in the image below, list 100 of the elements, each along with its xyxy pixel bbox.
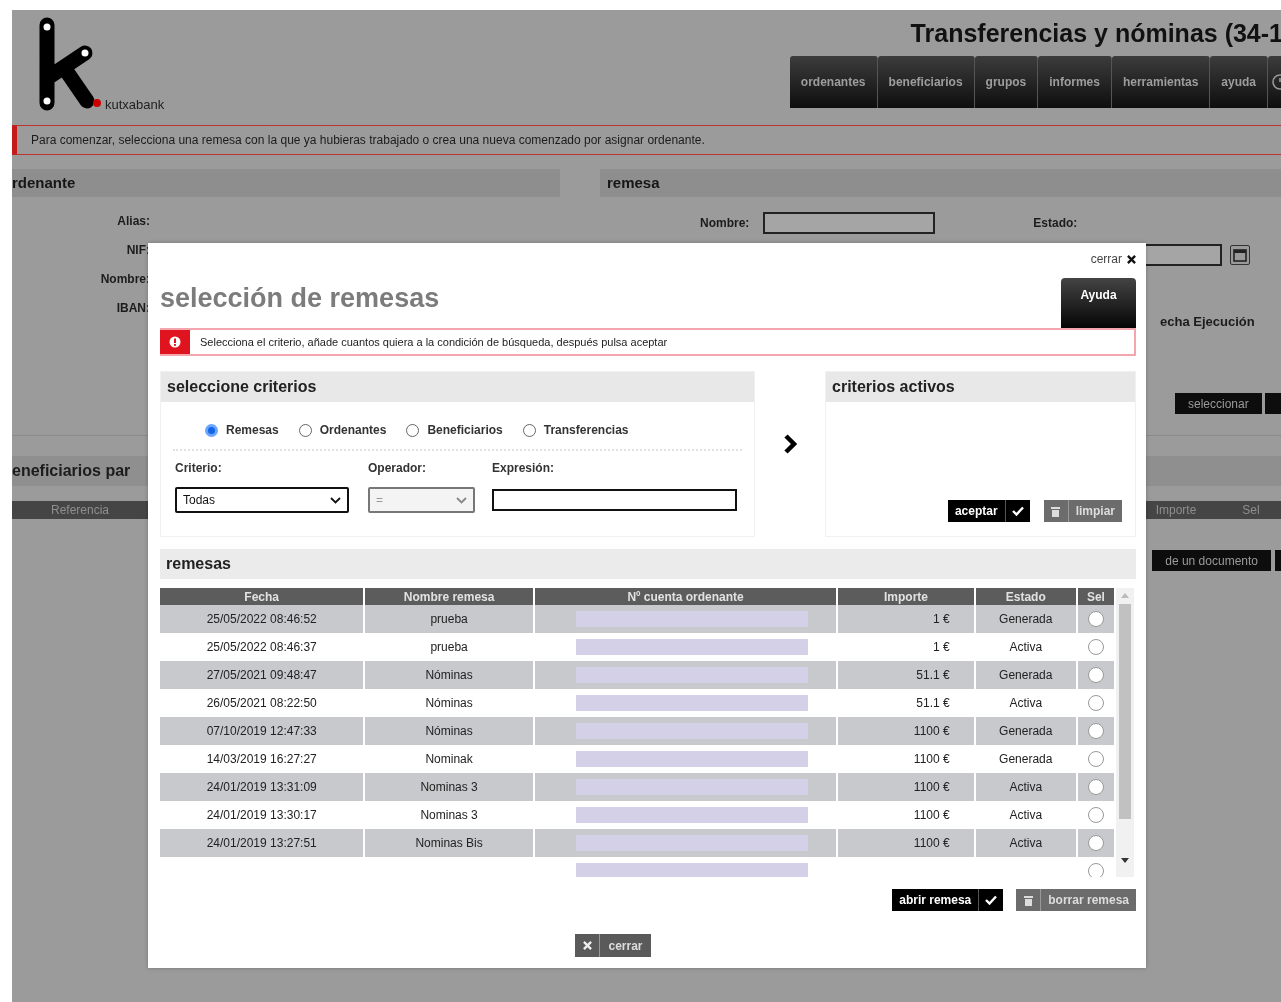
document-button[interactable]: de un documento bbox=[1152, 550, 1271, 571]
table-cell: 1 € bbox=[933, 640, 950, 654]
clear-button[interactable]: limpiar bbox=[1043, 500, 1122, 522]
radio-button[interactable] bbox=[1087, 779, 1104, 795]
nav-tab[interactable]: ayuda bbox=[1210, 56, 1268, 108]
field-label: Expresión: bbox=[492, 461, 555, 477]
chevron-icon bbox=[330, 496, 341, 504]
radio-button[interactable] bbox=[1087, 863, 1104, 877]
help-button[interactable]: Ayuda bbox=[1061, 278, 1136, 328]
field-label: NIF: bbox=[126, 242, 150, 259]
nav-tab[interactable] bbox=[1268, 56, 1281, 108]
table-cell: 1100 € bbox=[913, 808, 950, 822]
panel-header: seleccione criterios bbox=[161, 372, 754, 402]
close-button[interactable]: cerrar bbox=[575, 934, 651, 957]
check-icon bbox=[985, 895, 998, 905]
accept-button[interactable]: aceptar bbox=[947, 500, 1030, 522]
nav-tab[interactable]: grupos bbox=[974, 56, 1039, 108]
check-icon bbox=[1011, 506, 1024, 516]
column-header: Sel bbox=[1241, 502, 1261, 519]
column-header: Referencia bbox=[50, 502, 110, 519]
table-cell: 1100 € bbox=[913, 836, 950, 850]
close-icon bbox=[1127, 254, 1136, 264]
select-button[interactable]: seleccionar bbox=[1175, 393, 1262, 414]
column-header: Fecha bbox=[160, 588, 364, 605]
table-cell: 1100 € bbox=[913, 752, 950, 766]
table-cell: Generada bbox=[999, 612, 1053, 626]
table-cell: 1100 € bbox=[913, 724, 950, 738]
table-cell: 24/01/2019 13:27:51 bbox=[206, 836, 317, 850]
field-label: Nombre: bbox=[700, 216, 750, 230]
radio-button[interactable] bbox=[1087, 835, 1104, 851]
column-header: Sel bbox=[1077, 588, 1114, 605]
chevron-right-icon bbox=[783, 433, 797, 455]
panel-header: rdenante bbox=[12, 169, 560, 197]
table-cell: Nominas 3 bbox=[420, 808, 478, 822]
radio-option[interactable]: Remesas bbox=[205, 421, 279, 439]
radio-button[interactable] bbox=[1087, 751, 1104, 767]
field-label: Criterio: bbox=[175, 461, 223, 477]
table-cell: Generada bbox=[999, 752, 1053, 766]
dropdown[interactable]: Todas bbox=[175, 487, 349, 513]
table-cell: 24/01/2019 13:30:17 bbox=[206, 808, 317, 822]
scrollbar[interactable] bbox=[1116, 588, 1134, 877]
clock-icon bbox=[1271, 74, 1281, 90]
input-field[interactable] bbox=[492, 489, 737, 511]
table-cell: Nóminas bbox=[425, 724, 473, 738]
calendar-icon bbox=[1233, 248, 1247, 262]
radio-button[interactable] bbox=[1087, 611, 1104, 627]
alert-icon bbox=[169, 336, 181, 348]
table-cell: Activa bbox=[1009, 696, 1043, 710]
close-link[interactable]: cerrar bbox=[1090, 252, 1136, 266]
chevron-icon bbox=[456, 496, 467, 504]
radio-option[interactable]: Transferencias bbox=[522, 421, 629, 439]
table-cell: Nominas 3 bbox=[420, 780, 478, 794]
scrollbar-thumb[interactable] bbox=[1119, 604, 1131, 819]
alert-text: Selecciona el criterio, añade cuantos quiera a la condición de búsqueda, después pulsa aceptar bbox=[200, 336, 668, 348]
table-cell: 26/05/2021 08:22:50 bbox=[206, 696, 317, 710]
table-cell: Generada bbox=[999, 724, 1053, 738]
column-header: Estado bbox=[975, 588, 1076, 605]
nav-tab[interactable]: informes bbox=[1038, 56, 1112, 108]
radio-button[interactable] bbox=[1087, 723, 1104, 739]
table-cell: 51.1 € bbox=[916, 696, 950, 710]
notice-bar: Para comenzar, selecciona una remesa con la que ya hubieras trabajado o crea una nueva comenzado por asignar ordenante. bbox=[12, 125, 1281, 155]
calendar-button[interactable] bbox=[1230, 245, 1250, 265]
nombre-field[interactable] bbox=[763, 212, 936, 234]
table-cell: 1100 € bbox=[913, 780, 950, 794]
nav-tab[interactable]: beneficiarios bbox=[877, 56, 975, 108]
delete-button[interactable]: borrar remesa bbox=[1016, 889, 1136, 911]
field-label: Nombre: bbox=[100, 271, 150, 288]
radio-option[interactable]: Beneficiarios bbox=[406, 421, 503, 439]
radio-button[interactable] bbox=[1087, 667, 1104, 683]
radio-button[interactable] bbox=[1087, 639, 1104, 655]
field-label: Alias: bbox=[117, 213, 150, 230]
brand-name: kutxabank bbox=[105, 97, 165, 112]
table-cell: 1 € bbox=[933, 612, 950, 626]
radio-option[interactable]: Ordenantes bbox=[298, 421, 387, 439]
table-cell: 07/10/2019 12:47:33 bbox=[206, 724, 317, 738]
nav-tab[interactable]: herramientas bbox=[1111, 56, 1211, 108]
trash-icon bbox=[1051, 505, 1061, 517]
table-cell: Nominas Bis bbox=[415, 836, 483, 850]
column-header: Nombre remesa bbox=[365, 588, 533, 605]
panel-header: criterios activos bbox=[826, 372, 1135, 402]
panel-header: remesa bbox=[600, 169, 1281, 197]
scroll-down-icon bbox=[1121, 858, 1129, 863]
table-cell: 25/05/2022 08:46:37 bbox=[206, 640, 317, 654]
field-label: IBAN: bbox=[116, 300, 150, 317]
column-header: Nº cuenta ordenante bbox=[534, 588, 837, 605]
open-button[interactable]: abrir remesa bbox=[892, 889, 1004, 911]
field-label: Estado: bbox=[1033, 216, 1078, 230]
scroll-up-icon bbox=[1121, 593, 1129, 598]
table-cell: 14/03/2019 16:27:27 bbox=[206, 752, 317, 766]
close-icon bbox=[583, 941, 592, 950]
field-label: Operador: bbox=[368, 461, 427, 477]
radio-button[interactable] bbox=[1087, 807, 1104, 823]
nav-tab[interactable]: ordenantes bbox=[789, 56, 878, 108]
table-cell: Activa bbox=[1009, 640, 1043, 654]
table-cell: Nóminas bbox=[425, 696, 473, 710]
radio-button[interactable] bbox=[1087, 695, 1104, 711]
button[interactable] bbox=[1264, 393, 1281, 414]
table-cell: 25/05/2022 08:46:52 bbox=[206, 612, 317, 626]
table-cell: 27/05/2021 09:48:47 bbox=[206, 668, 317, 682]
table-cell: prueba bbox=[430, 640, 468, 654]
